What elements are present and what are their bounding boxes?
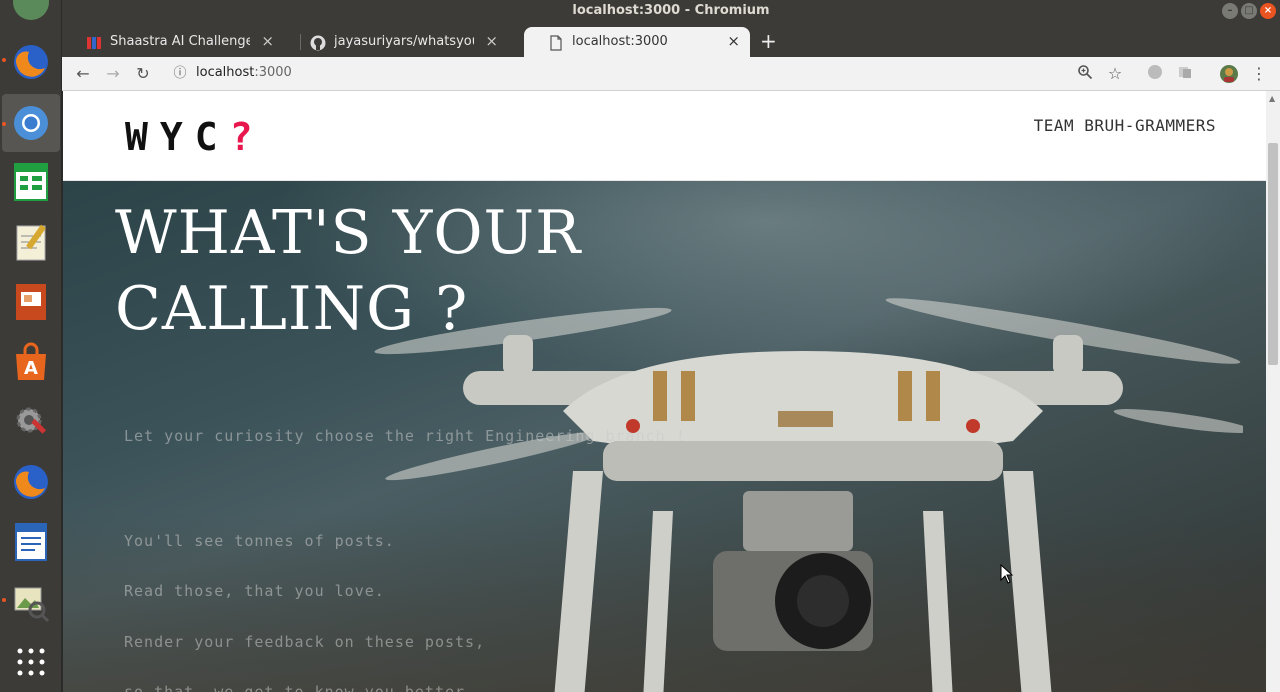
impress-launcher-icon[interactable] bbox=[9, 280, 53, 324]
logo-letters: WYC bbox=[125, 115, 230, 159]
bookmark-star-icon[interactable]: ☆ bbox=[1105, 64, 1125, 84]
firefox-launcher-icon-2[interactable] bbox=[9, 460, 53, 504]
page-viewport: WYC? TEAM BRUH-GRAMMERS WHAT'S YOUR CALL… bbox=[63, 91, 1266, 692]
new-tab-button[interactable]: + bbox=[760, 29, 777, 53]
svg-text:A: A bbox=[24, 358, 38, 379]
text-editor-launcher-icon[interactable] bbox=[9, 220, 53, 264]
drone-image bbox=[374, 298, 1243, 692]
firefox-launcher-icon[interactable] bbox=[9, 40, 53, 84]
hero-line-1: You'll see tonnes of posts. bbox=[124, 532, 395, 550]
minimize-icon[interactable]: – bbox=[1222, 3, 1238, 19]
github-icon bbox=[310, 35, 326, 51]
close-tab-icon[interactable]: × bbox=[485, 32, 498, 50]
maximize-icon[interactable]: □ bbox=[1241, 3, 1257, 19]
back-icon[interactable]: ← bbox=[73, 64, 93, 84]
hero-line-3: Render your feedback on these posts, bbox=[124, 633, 486, 651]
zoom-icon[interactable] bbox=[1075, 64, 1095, 84]
tab-shaastra[interactable]: Shaastra AI Challenge, Sh × bbox=[62, 27, 284, 57]
tab-github[interactable]: jayasuriyars/whatsyourca × bbox=[286, 27, 508, 57]
reload-icon[interactable]: ↻ bbox=[133, 64, 153, 84]
hero-title: WHAT'S YOUR CALLING ? bbox=[115, 195, 581, 347]
running-indicator bbox=[2, 598, 6, 602]
extension-globe-icon[interactable] bbox=[1145, 64, 1165, 84]
tab-label: localhost:3000 bbox=[572, 34, 668, 49]
profile-avatar-icon[interactable] bbox=[1219, 64, 1239, 84]
team-name-link[interactable]: TEAM BRUH-GRAMMERS bbox=[1034, 116, 1216, 135]
url-port: :3000 bbox=[254, 65, 292, 80]
scrollbar-thumb[interactable] bbox=[1268, 143, 1278, 365]
hero-line-4: so that, we get to know you better. bbox=[124, 683, 476, 692]
hero-title-line-2: CALLING ? bbox=[115, 274, 469, 344]
shaastra-favicon-icon bbox=[87, 37, 101, 49]
tab-localhost[interactable]: localhost:3000 × bbox=[524, 27, 750, 57]
tab-strip: Shaastra AI Challenge, Sh × jayasuriyars… bbox=[62, 22, 1280, 57]
ubuntu-launcher: A bbox=[0, 0, 62, 692]
mouse-cursor-icon bbox=[1000, 564, 1014, 584]
extension-icon[interactable] bbox=[1175, 64, 1195, 84]
running-indicator bbox=[2, 58, 6, 62]
tab-label: Shaastra AI Challenge, Sh bbox=[110, 34, 250, 49]
software-center-launcher-icon[interactable]: A bbox=[9, 340, 53, 384]
page-scrollbar[interactable]: ▲ bbox=[1266, 91, 1280, 692]
menu-kebab-icon[interactable]: ⋮ bbox=[1249, 64, 1269, 84]
browser-toolbar: ← → ↻ ⓘ localhost:3000 ☆ ⋮ bbox=[62, 57, 1280, 91]
image-viewer-launcher-icon[interactable] bbox=[9, 580, 53, 624]
settings-launcher-icon[interactable] bbox=[9, 400, 53, 444]
close-tab-icon[interactable]: × bbox=[727, 32, 740, 50]
site-logo[interactable]: WYC? bbox=[125, 115, 265, 159]
launcher-app-icon[interactable] bbox=[9, 0, 53, 24]
writer-launcher-icon[interactable] bbox=[9, 520, 53, 564]
hero-section: WHAT'S YOUR CALLING ? Let your curiosity… bbox=[63, 181, 1266, 692]
close-tab-icon[interactable]: × bbox=[261, 32, 274, 50]
chromium-launcher-icon[interactable] bbox=[2, 94, 60, 152]
hero-tagline: Let your curiosity choose the right Engi… bbox=[124, 427, 686, 445]
close-window-icon[interactable]: × bbox=[1260, 3, 1276, 19]
window-title: localhost:3000 - Chromium bbox=[572, 3, 770, 18]
info-icon[interactable]: ⓘ bbox=[170, 64, 190, 84]
url-host: localhost bbox=[196, 65, 255, 80]
window-titlebar: localhost:3000 - Chromium – □ × bbox=[62, 0, 1280, 22]
app-grid-icon[interactable] bbox=[9, 640, 53, 684]
running-indicator bbox=[2, 122, 6, 126]
hero-line-2: Read those, that you love. bbox=[124, 582, 385, 600]
page-icon bbox=[550, 35, 562, 51]
forward-icon[interactable]: → bbox=[103, 64, 123, 84]
tab-label: jayasuriyars/whatsyourca bbox=[334, 34, 474, 49]
site-header: WYC? TEAM BRUH-GRAMMERS bbox=[63, 91, 1266, 181]
spreadsheet-launcher-icon[interactable] bbox=[9, 160, 53, 204]
address-bar[interactable]: localhost:3000 bbox=[196, 65, 292, 80]
scroll-up-arrow-icon[interactable]: ▲ bbox=[1269, 94, 1275, 103]
hero-title-line-1: WHAT'S YOUR bbox=[115, 198, 582, 268]
logo-question-mark: ? bbox=[229, 115, 265, 159]
